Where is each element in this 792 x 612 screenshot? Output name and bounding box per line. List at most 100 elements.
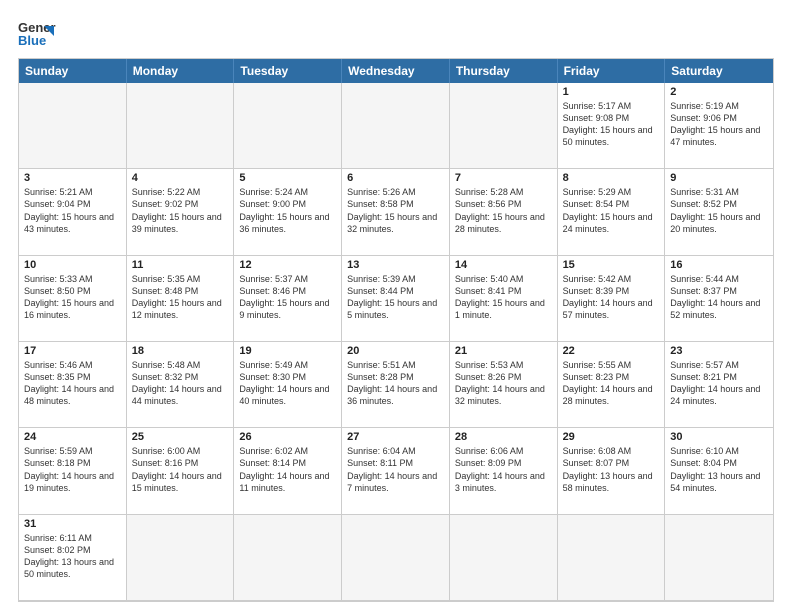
cell-info: Sunrise: 5:55 AM Sunset: 8:23 PM Dayligh…: [563, 359, 660, 408]
cell-info: Sunrise: 5:37 AM Sunset: 8:46 PM Dayligh…: [239, 273, 336, 322]
cell-info: Sunrise: 5:57 AM Sunset: 8:21 PM Dayligh…: [670, 359, 768, 408]
day-number: 5: [239, 172, 336, 184]
calendar-cell: 21 Sunrise: 5:53 AM Sunset: 8:26 PM Dayli…: [450, 342, 558, 428]
calendar-cell: [127, 83, 235, 169]
calendar-cell: 23 Sunrise: 5:57 AM Sunset: 8:21 PM Dayli…: [665, 342, 773, 428]
calendar-cell: [234, 515, 342, 601]
day-number: 31: [24, 518, 121, 530]
cell-info: Sunrise: 5:40 AM Sunset: 8:41 PM Dayligh…: [455, 273, 552, 322]
calendar-cell: 2 Sunrise: 5:19 AM Sunset: 9:06 PM Daylig…: [665, 83, 773, 169]
day-number: 20: [347, 345, 444, 357]
calendar-cell: 1Sunrise: 5:17 AM Sunset: 9:08 PM Daylig…: [558, 83, 666, 169]
calendar-cell: 5 Sunrise: 5:24 AM Sunset: 9:00 PM Daylig…: [234, 169, 342, 255]
cell-info: Sunrise: 5:29 AM Sunset: 8:54 PM Dayligh…: [563, 186, 660, 235]
cell-info: Sunrise: 6:10 AM Sunset: 8:04 PM Dayligh…: [670, 445, 768, 494]
calendar-cell: 13 Sunrise: 5:39 AM Sunset: 8:44 PM Dayli…: [342, 256, 450, 342]
day-number: 21: [455, 345, 552, 357]
day-number: 28: [455, 431, 552, 443]
day-number: 26: [239, 431, 336, 443]
day-number: 4: [132, 172, 229, 184]
calendar-cell: 3 Sunrise: 5:21 AM Sunset: 9:04 PM Daylig…: [19, 169, 127, 255]
day-number: 23: [670, 345, 768, 357]
calendar-cell: [665, 515, 773, 601]
cell-info: Sunrise: 6:06 AM Sunset: 8:09 PM Dayligh…: [455, 445, 552, 494]
calendar-cell: [342, 83, 450, 169]
cell-info: Sunrise: 5:33 AM Sunset: 8:50 PM Dayligh…: [24, 273, 121, 322]
calendar-cell: 17Sunrise: 5:46 AM Sunset: 8:35 PM Dayli…: [19, 342, 127, 428]
calendar-cell: 29 Sunrise: 6:08 AM Sunset: 8:07 PM Dayli…: [558, 428, 666, 514]
day-number: 15: [563, 259, 660, 271]
cell-info: Sunrise: 6:02 AM Sunset: 8:14 PM Dayligh…: [239, 445, 336, 494]
calendar-cell: [234, 83, 342, 169]
calendar-cell: 19 Sunrise: 5:49 AM Sunset: 8:30 PM Dayli…: [234, 342, 342, 428]
calendar-cell: 27 Sunrise: 6:04 AM Sunset: 8:11 PM Dayli…: [342, 428, 450, 514]
logo-icon: General Blue: [18, 18, 56, 52]
cell-info: Sunrise: 5:48 AM Sunset: 8:32 PM Dayligh…: [132, 359, 229, 408]
day-number: 30: [670, 431, 768, 443]
day-number: 12: [239, 259, 336, 271]
day-number: 18: [132, 345, 229, 357]
calendar-cell: [450, 83, 558, 169]
cell-info: Sunrise: 5:17 AM Sunset: 9:08 PM Dayligh…: [563, 100, 660, 149]
calendar-cell: 26 Sunrise: 6:02 AM Sunset: 8:14 PM Dayli…: [234, 428, 342, 514]
day-number: 11: [132, 259, 229, 271]
calendar-cell: 22 Sunrise: 5:55 AM Sunset: 8:23 PM Dayli…: [558, 342, 666, 428]
calendar-cell: 8 Sunrise: 5:29 AM Sunset: 8:54 PM Daylig…: [558, 169, 666, 255]
calendar-cell: 25Sunrise: 6:00 AM Sunset: 8:16 PM Dayli…: [127, 428, 235, 514]
day-number: 13: [347, 259, 444, 271]
calendar-cell: 10 Sunrise: 5:33 AM Sunset: 8:50 PM Dayli…: [19, 256, 127, 342]
calendar-cell: 14 Sunrise: 5:40 AM Sunset: 8:41 PM Dayli…: [450, 256, 558, 342]
cell-info: Sunrise: 5:24 AM Sunset: 9:00 PM Dayligh…: [239, 186, 336, 235]
day-number: 3: [24, 172, 121, 184]
cell-info: Sunrise: 5:59 AM Sunset: 8:18 PM Dayligh…: [24, 445, 121, 494]
header: General Blue: [18, 18, 774, 52]
day-number: 14: [455, 259, 552, 271]
svg-text:Blue: Blue: [18, 33, 46, 48]
day-number: 19: [239, 345, 336, 357]
cell-info: Sunrise: 6:08 AM Sunset: 8:07 PM Dayligh…: [563, 445, 660, 494]
day-number: 22: [563, 345, 660, 357]
day-number: 16: [670, 259, 768, 271]
calendar-cell: 12 Sunrise: 5:37 AM Sunset: 8:46 PM Dayli…: [234, 256, 342, 342]
day-number: 17: [24, 345, 121, 357]
cell-info: Sunrise: 5:39 AM Sunset: 8:44 PM Dayligh…: [347, 273, 444, 322]
cell-info: Sunrise: 5:53 AM Sunset: 8:26 PM Dayligh…: [455, 359, 552, 408]
cell-info: Sunrise: 5:35 AM Sunset: 8:48 PM Dayligh…: [132, 273, 229, 322]
calendar-cell: 24 Sunrise: 5:59 AM Sunset: 8:18 PM Dayli…: [19, 428, 127, 514]
day-number: 27: [347, 431, 444, 443]
cell-info: Sunrise: 5:31 AM Sunset: 8:52 PM Dayligh…: [670, 186, 768, 235]
calendar-cell: 20 Sunrise: 5:51 AM Sunset: 8:28 PM Dayli…: [342, 342, 450, 428]
cell-info: Sunrise: 6:00 AM Sunset: 8:16 PM Dayligh…: [132, 445, 229, 494]
cell-info: Sunrise: 6:04 AM Sunset: 8:11 PM Dayligh…: [347, 445, 444, 494]
cell-info: Sunrise: 5:21 AM Sunset: 9:04 PM Dayligh…: [24, 186, 121, 235]
calendar-cell: 9Sunrise: 5:31 AM Sunset: 8:52 PM Daylig…: [665, 169, 773, 255]
day-number: 2: [670, 86, 768, 98]
calendar-cell: 6Sunrise: 5:26 AM Sunset: 8:58 PM Daylig…: [342, 169, 450, 255]
cell-info: Sunrise: 5:26 AM Sunset: 8:58 PM Dayligh…: [347, 186, 444, 235]
calendar-cell: [558, 515, 666, 601]
day-headers: SundayMondayTuesdayWednesdayThursdayFrid…: [19, 59, 773, 83]
day-number: 29: [563, 431, 660, 443]
calendar-cell: [19, 83, 127, 169]
day-number: 24: [24, 431, 121, 443]
cell-info: Sunrise: 5:51 AM Sunset: 8:28 PM Dayligh…: [347, 359, 444, 408]
calendar-grid: 1Sunrise: 5:17 AM Sunset: 9:08 PM Daylig…: [19, 83, 773, 601]
calendar-cell: 28 Sunrise: 6:06 AM Sunset: 8:09 PM Dayli…: [450, 428, 558, 514]
cell-info: Sunrise: 5:28 AM Sunset: 8:56 PM Dayligh…: [455, 186, 552, 235]
day-header-saturday: Saturday: [665, 59, 773, 83]
cell-info: Sunrise: 5:49 AM Sunset: 8:30 PM Dayligh…: [239, 359, 336, 408]
day-number: 10: [24, 259, 121, 271]
day-number: 8: [563, 172, 660, 184]
cell-info: Sunrise: 5:19 AM Sunset: 9:06 PM Dayligh…: [670, 100, 768, 149]
day-header-friday: Friday: [558, 59, 666, 83]
cell-info: Sunrise: 5:22 AM Sunset: 9:02 PM Dayligh…: [132, 186, 229, 235]
cell-info: Sunrise: 5:42 AM Sunset: 8:39 PM Dayligh…: [563, 273, 660, 322]
calendar-cell: 11 Sunrise: 5:35 AM Sunset: 8:48 PM Dayli…: [127, 256, 235, 342]
calendar: SundayMondayTuesdayWednesdayThursdayFrid…: [18, 58, 774, 602]
calendar-cell: [450, 515, 558, 601]
day-header-thursday: Thursday: [450, 59, 558, 83]
calendar-cell: [127, 515, 235, 601]
logo: General Blue: [18, 18, 56, 52]
day-header-monday: Monday: [127, 59, 235, 83]
day-header-tuesday: Tuesday: [234, 59, 342, 83]
